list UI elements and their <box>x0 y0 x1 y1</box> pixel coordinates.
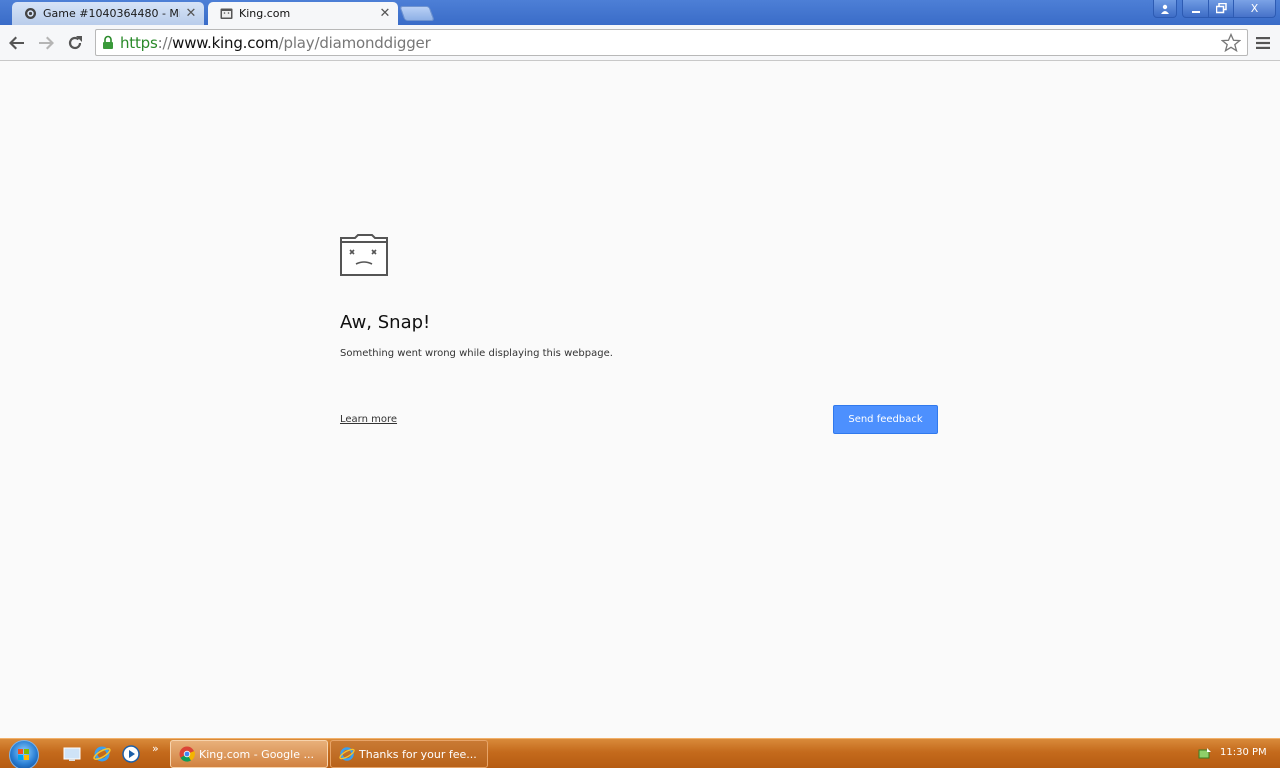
ie-icon <box>339 747 355 761</box>
restore-icon <box>1215 3 1227 14</box>
tab-king[interactable]: King.com ✕ <box>208 2 398 25</box>
tab-label: Game #1040364480 - Minesweeper <box>43 7 180 20</box>
taskbar-button-label: King.com - Google ... <box>199 747 314 761</box>
gear-icon <box>25 8 36 19</box>
url-scheme: https <box>120 33 158 52</box>
system-clock[interactable]: 11:30 PM <box>1220 747 1267 758</box>
url-text: https://www.king.com/play/diamonddigger <box>120 34 431 52</box>
taskbar-button-ie[interactable]: Thanks for your fee... <box>330 740 488 768</box>
show-desktop-icon[interactable] <box>63 745 81 763</box>
ie-icon[interactable] <box>93 745 111 763</box>
chrome-icon <box>179 746 195 762</box>
forward-button[interactable] <box>34 31 58 55</box>
close-tab-icon[interactable]: ✕ <box>378 6 392 21</box>
url-path: /play/diamonddigger <box>278 33 431 52</box>
windows-logo-icon <box>18 749 29 760</box>
windows-taskbar: » King.com - Google ... Thanks for your … <box>0 738 1280 768</box>
sad-page-icon <box>220 8 233 19</box>
tab-label: King.com <box>239 7 291 20</box>
forward-arrow-icon <box>39 36 54 50</box>
start-button[interactable] <box>9 740 39 768</box>
address-bar[interactable]: https://www.king.com/play/diamonddigger <box>95 29 1248 56</box>
page-content: Aw, Snap! Something went wrong while dis… <box>0 61 1280 738</box>
media-player-icon[interactable] <box>122 745 140 763</box>
taskbar-button-chrome[interactable]: King.com - Google ... <box>170 740 328 768</box>
browser-toolbar: https://www.king.com/play/diamonddigger <box>0 25 1280 61</box>
learn-more-link[interactable]: Learn more <box>340 414 397 425</box>
sad-tab-icon <box>340 234 388 276</box>
person-icon <box>1161 4 1169 14</box>
taskbar-button-label: Thanks for your fee... <box>359 747 477 761</box>
reload-button[interactable] <box>63 31 87 55</box>
reload-icon <box>68 36 82 50</box>
network-tray-icon[interactable] <box>1197 746 1213 762</box>
error-message: Something went wrong while displaying th… <box>340 348 613 359</box>
browser-title-bar: Game #1040364480 - Minesweeper ✕ King.co… <box>0 0 1280 25</box>
back-button[interactable] <box>5 31 29 55</box>
url-separator: :// <box>157 33 173 52</box>
menu-icon[interactable] <box>1254 34 1272 52</box>
close-icon: X <box>1250 2 1259 15</box>
send-feedback-button[interactable]: Send feedback <box>833 405 938 434</box>
tab-minesweeper[interactable]: Game #1040364480 - Minesweeper ✕ <box>12 2 204 25</box>
new-tab-button[interactable] <box>399 6 435 21</box>
restore-button[interactable] <box>1208 0 1234 18</box>
back-arrow-icon <box>9 36 24 50</box>
close-window-button[interactable]: X <box>1233 0 1276 18</box>
minimize-icon <box>1191 10 1200 13</box>
close-tab-icon[interactable]: ✕ <box>184 6 198 21</box>
error-title: Aw, Snap! <box>340 312 431 333</box>
url-host: www.king.com <box>172 33 279 52</box>
quick-launch-more-button[interactable]: » <box>152 742 159 755</box>
bookmark-star-icon[interactable] <box>1221 33 1241 53</box>
lock-icon <box>102 35 116 51</box>
minimize-button[interactable] <box>1182 0 1209 18</box>
profile-button[interactable] <box>1153 0 1177 18</box>
